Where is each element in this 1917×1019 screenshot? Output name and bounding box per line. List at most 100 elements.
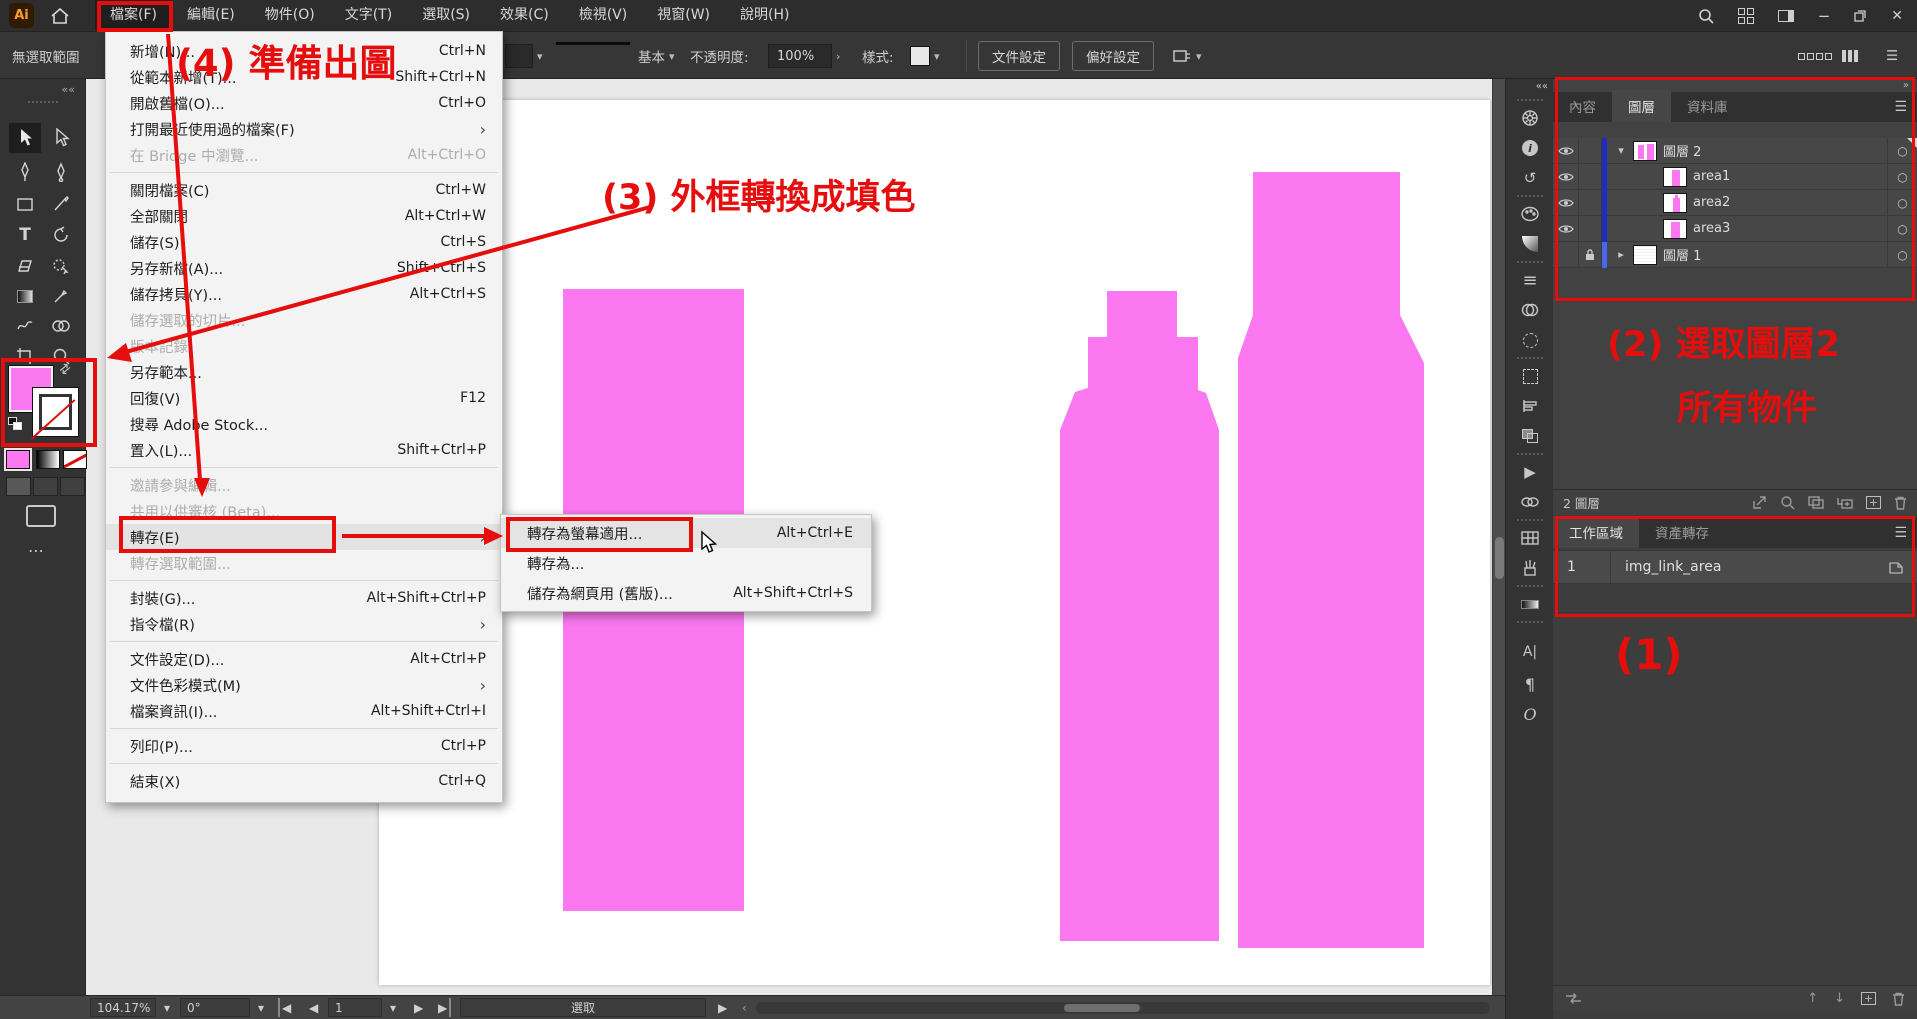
none-swatch-button[interactable] — [63, 450, 87, 469]
target-circle-icon[interactable]: ○ — [1887, 164, 1917, 190]
menu-item-export-for-screens[interactable]: 轉存為螢幕適用...Alt+Ctrl+E — [501, 518, 871, 548]
search-icon[interactable] — [1698, 8, 1714, 24]
dock-grip[interactable] — [1517, 195, 1543, 197]
layer-name[interactable]: area3 — [1693, 221, 1730, 236]
live-paint-selection-tool[interactable] — [45, 251, 77, 281]
visibility-eye-icon[interactable] — [1553, 138, 1579, 164]
layer-thumbnail[interactable] — [1663, 219, 1687, 239]
pen-tool[interactable] — [9, 157, 41, 187]
opacity-field[interactable]: 100% › — [768, 32, 840, 80]
paragraph-panel-icon[interactable]: ¶ — [1506, 671, 1554, 697]
opentype-panel-icon[interactable]: O — [1506, 701, 1554, 727]
color-swatch-button[interactable] — [6, 450, 30, 469]
menu-effect[interactable]: 效果(C) — [485, 0, 564, 31]
menu-item-document-color-mode[interactable]: 文件色彩模式(M)› — [106, 672, 502, 698]
first-artboard-button[interactable]: ◀ — [278, 998, 297, 1017]
menu-item-package[interactable]: 封裝(G)...Alt+Shift+Ctrl+P — [106, 585, 502, 611]
curvature-tool[interactable] — [45, 157, 77, 187]
toolbar-grip[interactable] — [28, 101, 58, 105]
menu-item-new-from-template[interactable]: 從範本新增(T)...Shift+Ctrl+N — [106, 64, 502, 90]
status-mode-indicator[interactable]: 選取 — [460, 998, 706, 1017]
artboard-options-dropdown[interactable]: ▾ — [1172, 32, 1202, 80]
menu-object[interactable]: 物件(O) — [250, 0, 330, 31]
app-logo-icon[interactable]: Ai — [9, 3, 34, 28]
restore-button[interactable] — [1854, 9, 1867, 22]
shape-area3[interactable] — [1238, 172, 1424, 948]
tab-properties[interactable]: 內容 — [1553, 90, 1612, 122]
status-play-icon[interactable]: ▶ — [712, 998, 733, 1017]
menu-edit[interactable]: 編輯(E) — [172, 0, 250, 31]
arrange-documents-icon[interactable] — [1778, 10, 1794, 22]
brushes-icon[interactable] — [1506, 555, 1554, 581]
rectangle-tool[interactable] — [9, 189, 41, 219]
menu-item-open-recent[interactable]: 打開最近使用過的檔案(F)› — [106, 116, 502, 142]
tab-asset-export[interactable]: 資產轉存 — [1639, 516, 1725, 548]
collapse-status-icon[interactable]: ‹ — [736, 998, 753, 1017]
lock-icon[interactable] — [1579, 242, 1602, 268]
symbols-grid-icon[interactable] — [1506, 525, 1554, 551]
menu-view[interactable]: 檢視(V) — [564, 0, 643, 31]
home-icon[interactable] — [51, 8, 69, 24]
menu-item-new[interactable]: 新增(N)...Ctrl+N — [106, 38, 502, 64]
menu-select[interactable]: 選取(S) — [407, 0, 485, 31]
info-icon[interactable]: i — [1506, 135, 1554, 161]
preferences-button[interactable]: 偏好設定 — [1072, 41, 1154, 71]
target-circle-icon[interactable]: ○ — [1887, 138, 1917, 164]
stroke-panel-icon[interactable]: ≡ — [1506, 267, 1554, 293]
layer-row-area1[interactable]: area1 ○ — [1553, 164, 1917, 190]
dock-grip[interactable] — [1517, 453, 1543, 455]
delete-layer-icon[interactable] — [1894, 496, 1907, 510]
dock-grip[interactable] — [1517, 261, 1543, 263]
transform-icon[interactable] — [1506, 363, 1554, 389]
layer-name[interactable]: area2 — [1693, 195, 1730, 210]
tab-artboards[interactable]: 工作區域 — [1553, 516, 1639, 548]
links-icon[interactable] — [1506, 489, 1554, 515]
target-circle-icon[interactable]: ○ — [1887, 216, 1917, 242]
layer-thumbnail[interactable] — [1663, 193, 1687, 213]
gradient-bar-icon[interactable] — [1506, 591, 1554, 617]
lock-column[interactable] — [1579, 164, 1602, 190]
target-circle-icon[interactable]: ○ — [1887, 190, 1917, 216]
locate-object-icon[interactable] — [1780, 495, 1795, 510]
menu-item-open[interactable]: 開啟舊檔(O)...Ctrl+O — [106, 90, 502, 116]
eraser-tool[interactable] — [9, 251, 41, 281]
chevron-down-icon[interactable]: ▾ — [384, 998, 402, 1017]
field-next-icon[interactable]: › — [836, 50, 840, 63]
menu-item-revert[interactable]: 回復(V)F12 — [106, 385, 502, 411]
visibility-eye-icon[interactable] — [1553, 216, 1579, 242]
tab-libraries[interactable]: 資料庫 — [1671, 90, 1744, 122]
default-fill-stroke-icon[interactable] — [8, 417, 24, 431]
collapse-toolbar-icon[interactable]: «« — [62, 83, 75, 96]
draw-behind-mode-button[interactable] — [33, 477, 58, 496]
dock-grip[interactable] — [1517, 585, 1543, 587]
layer-thumbnail[interactable] — [1633, 141, 1657, 161]
move-down-icon[interactable]: ↓ — [1834, 991, 1845, 1006]
target-circle-icon[interactable]: ○ — [1887, 242, 1917, 268]
menu-item-save-for-web-legacy[interactable]: 儲存為網頁用 (舊版)...Alt+Shift+Ctrl+S — [501, 578, 871, 608]
new-sublayer-icon[interactable] — [1837, 496, 1853, 509]
chevron-right-icon[interactable]: ▸ — [1615, 248, 1627, 261]
artboard-row[interactable]: 1 img_link_area — [1553, 550, 1917, 584]
opacity-value[interactable]: 100% — [768, 44, 832, 68]
selection-tool[interactable] — [9, 123, 41, 153]
history-icon[interactable]: ↺ — [1506, 165, 1554, 191]
draw-inside-mode-button[interactable] — [60, 477, 85, 496]
draw-normal-mode-button[interactable] — [6, 477, 31, 496]
menu-item-place[interactable]: 置入(L)...Shift+Ctrl+P — [106, 437, 502, 463]
chevron-down-icon[interactable]: ▾ — [252, 998, 270, 1017]
last-artboard-button[interactable]: ▶ — [432, 998, 451, 1017]
visibility-column[interactable] — [1553, 242, 1579, 268]
menu-item-search-adobe-stock[interactable]: 搜尋 Adobe Stock... — [106, 411, 502, 437]
menu-item-close-all[interactable]: 全部關閉Alt+Ctrl+W — [106, 203, 502, 229]
new-layer-icon[interactable]: + — [1866, 496, 1881, 509]
minimize-button[interactable]: − — [1818, 7, 1831, 25]
move-up-icon[interactable]: ↑ — [1807, 991, 1818, 1006]
artboard-page-icon[interactable] — [1875, 560, 1917, 575]
layer-name[interactable]: area1 — [1693, 169, 1730, 184]
edit-toolbar-icon[interactable]: ⋯ — [28, 541, 45, 560]
artboard-number-field[interactable]: 1 — [328, 998, 382, 1017]
menu-item-document-setup[interactable]: 文件設定(D)...Alt+Ctrl+P — [106, 646, 502, 672]
menu-item-export-as[interactable]: 轉存為... — [501, 548, 871, 578]
layer-row-area2[interactable]: area2 ○ — [1553, 190, 1917, 216]
stroke-color-dropdown[interactable]: ▾ — [505, 32, 543, 80]
